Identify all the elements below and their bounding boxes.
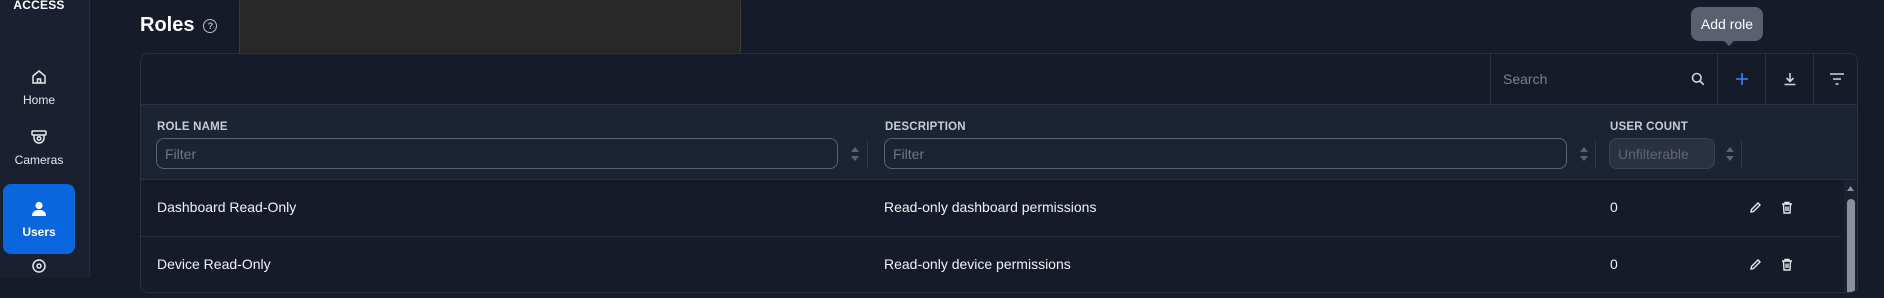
trash-icon <box>1782 201 1792 214</box>
download-icon <box>1784 73 1795 86</box>
sidebar-item-more[interactable] <box>3 258 75 298</box>
sort-icon[interactable] <box>1725 145 1735 163</box>
filter-icon <box>1829 73 1844 85</box>
table-toolbar <box>141 54 1857 104</box>
sidebar: ACCESS Home Cameras Users <box>0 0 90 278</box>
column-label: DESCRIPTION <box>885 121 966 133</box>
plus-icon <box>1735 73 1748 85</box>
tooltip-arrow <box>1723 40 1735 46</box>
user-icon <box>32 201 46 216</box>
pencil-icon <box>1749 258 1761 270</box>
delete-button[interactable] <box>1778 198 1796 216</box>
sidebar-item-label: Users <box>22 225 56 239</box>
trash-icon <box>1782 258 1792 271</box>
table-header: ROLE NAME DESCRIPTION USER COUNT <box>141 104 1857 180</box>
sort-icon[interactable] <box>1579 145 1589 163</box>
sidebar-item-label: Home <box>22 93 55 107</box>
column-user-count: USER COUNT <box>1594 105 1857 181</box>
edit-button[interactable] <box>1746 255 1764 273</box>
search-box <box>1490 54 1717 104</box>
search-icon[interactable] <box>1691 72 1705 86</box>
table-row[interactable]: Dashboard Read-Only Read-only dashboard … <box>141 180 1841 237</box>
column-role-name: ROLE NAME <box>141 105 868 181</box>
download-button[interactable] <box>1765 54 1813 104</box>
pencil-icon <box>1749 201 1761 213</box>
brand-label: ACCESS <box>13 0 65 12</box>
role-name-cell: Dashboard Read-Only <box>157 199 297 215</box>
add-role-tooltip: Add role <box>1691 7 1763 41</box>
home-icon <box>32 70 46 84</box>
user-count-cell: 0 <box>1610 199 1618 215</box>
column-label: ROLE NAME <box>157 121 228 133</box>
edit-button[interactable] <box>1746 198 1764 216</box>
table-scrollbar[interactable] <box>1844 181 1857 292</box>
add-role-button[interactable] <box>1717 54 1765 104</box>
sidebar-item-cameras[interactable]: Cameras <box>3 112 75 182</box>
description-cell: Read-only dashboard permissions <box>884 199 1097 215</box>
search-input[interactable] <box>1503 71 1683 87</box>
scrollbar-thumb[interactable] <box>1847 199 1855 292</box>
role-name-filter-input[interactable] <box>156 138 838 169</box>
sort-icon[interactable] <box>850 145 860 163</box>
table-row[interactable]: Device Read-Only Read-only device permis… <box>141 237 1841 292</box>
page-title: Roles ? <box>140 14 218 37</box>
page-title-text: Roles <box>140 14 195 36</box>
column-label: USER COUNT <box>1610 121 1689 133</box>
user-count-filter-input <box>1609 138 1715 169</box>
camera-icon <box>31 130 47 144</box>
help-icon[interactable]: ? <box>203 18 218 33</box>
description-cell: Read-only device permissions <box>884 256 1071 272</box>
delete-button[interactable] <box>1778 255 1796 273</box>
location-icon <box>32 259 46 273</box>
user-count-cell: 0 <box>1610 256 1618 272</box>
scroll-up-icon[interactable] <box>1846 185 1855 192</box>
column-divider[interactable] <box>1741 141 1742 167</box>
main-content: Roles ? Search ROLE NAME Filter DESCRIPT… <box>90 0 1884 293</box>
filter-button[interactable] <box>1813 54 1857 104</box>
column-description: DESCRIPTION <box>868 105 1596 181</box>
description-filter-input[interactable] <box>884 138 1567 169</box>
sidebar-item-label: Cameras <box>14 153 64 167</box>
role-name-cell: Device Read-Only <box>157 256 271 272</box>
sidebar-item-users[interactable]: Users <box>3 184 75 254</box>
roles-table-card: ROLE NAME DESCRIPTION USER COUNT <box>140 53 1858 293</box>
